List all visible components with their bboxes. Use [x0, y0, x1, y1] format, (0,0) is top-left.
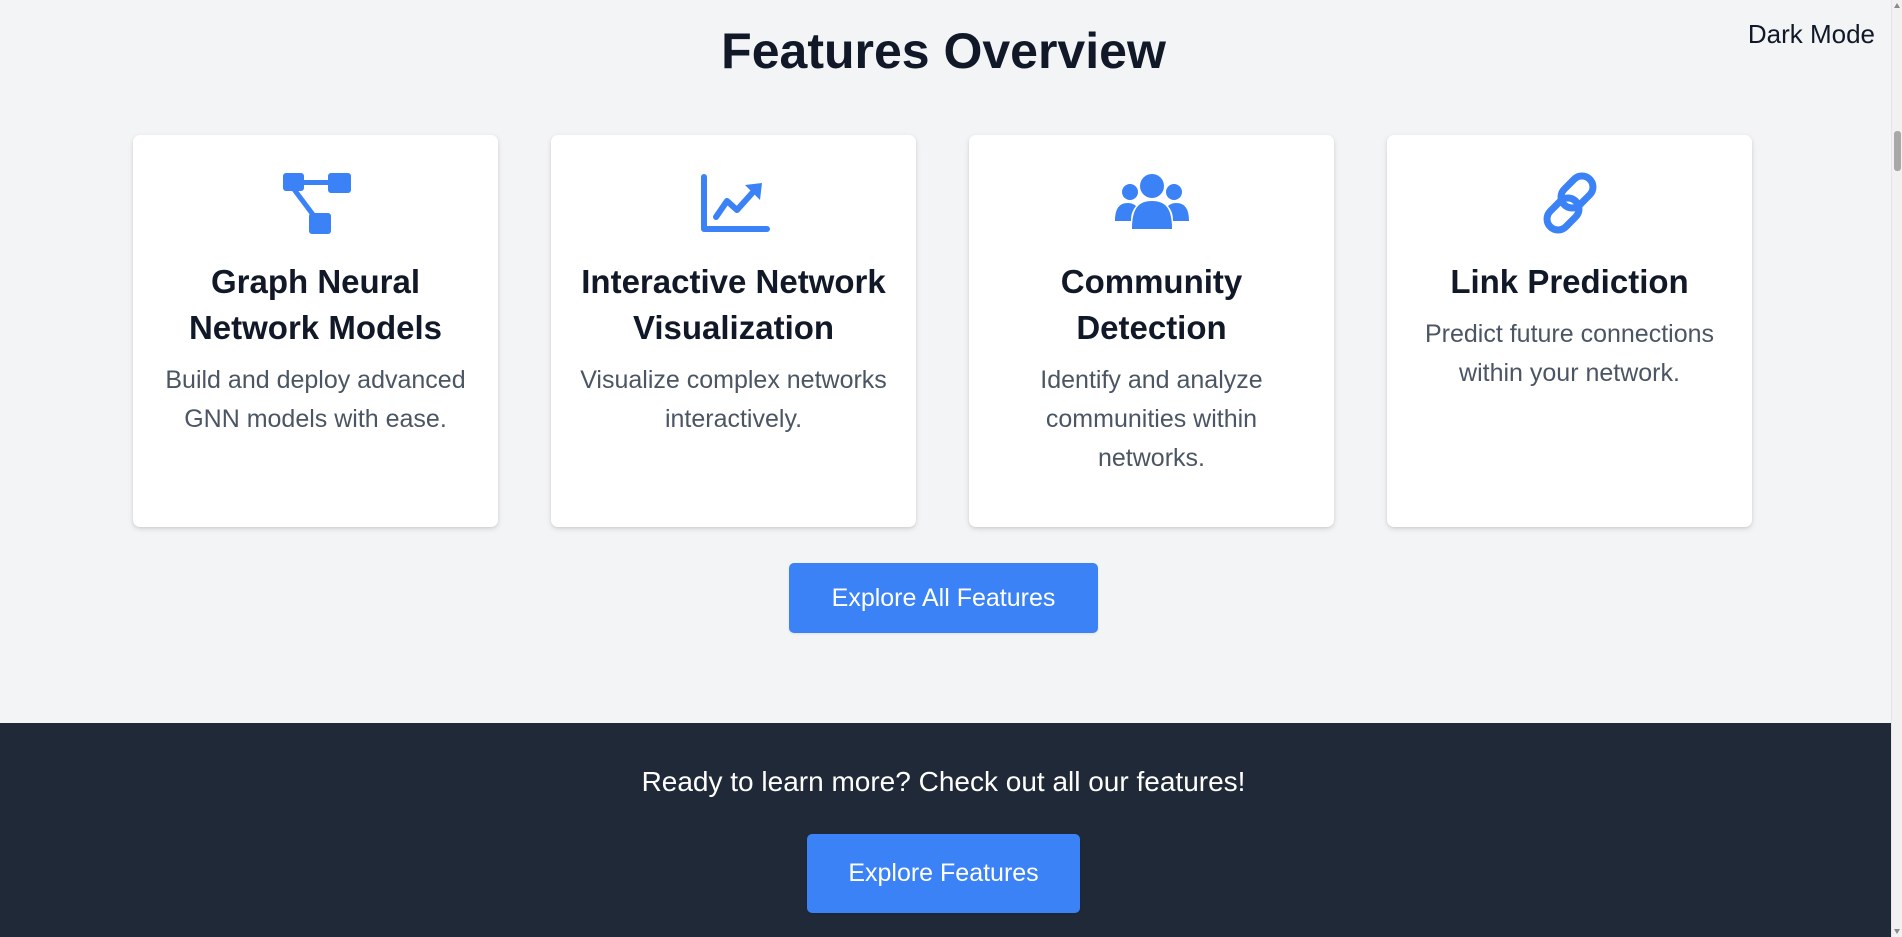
vertical-scrollbar[interactable] [1891, 0, 1902, 937]
scroll-up-arrow-icon[interactable] [1894, 3, 1900, 8]
footer-text: Ready to learn more? Check out all our f… [641, 766, 1246, 797]
page-title: Features Overview [721, 23, 1166, 79]
page: Dark Mode Features Overview Graph Neural… [0, 0, 1891, 937]
feature-card-gnn-models: Graph Neural Network Models Build and de… [133, 135, 498, 527]
project-diagram-icon [276, 171, 356, 235]
scroll-down-arrow-icon[interactable] [1894, 929, 1900, 934]
feature-description: Build and deploy advanced GNN models wit… [165, 366, 466, 433]
feature-description: Predict future connections within your n… [1424, 320, 1715, 387]
feature-title: Graph Neural Network Models [188, 263, 443, 346]
feature-title: Community Detection [1060, 263, 1243, 346]
explore-features-button[interactable]: Explore Features [807, 834, 1080, 913]
footer-cta: Ready to learn more? Check out all our f… [0, 723, 1891, 937]
feature-card-network-visualization: Interactive Network Visualization Visual… [551, 135, 916, 527]
features-grid: Graph Neural Network Models Build and de… [133, 135, 1755, 527]
feature-card-community-detection: Community Detection Identify and analyze… [969, 135, 1334, 527]
users-icon [1112, 171, 1192, 235]
feature-description: Visualize complex networks interactively… [580, 366, 887, 433]
feature-description: Identify and analyze communities within … [1040, 366, 1263, 472]
feature-card-link-prediction: Link Prediction Predict future connectio… [1387, 135, 1752, 527]
feature-title: Link Prediction [1450, 263, 1689, 300]
chart-line-icon [694, 171, 774, 235]
link-icon [1530, 171, 1610, 235]
feature-title: Interactive Network Visualization [581, 263, 886, 346]
explore-all-features-button[interactable]: Explore All Features [789, 563, 1098, 633]
scrollbar-thumb[interactable] [1894, 131, 1901, 171]
